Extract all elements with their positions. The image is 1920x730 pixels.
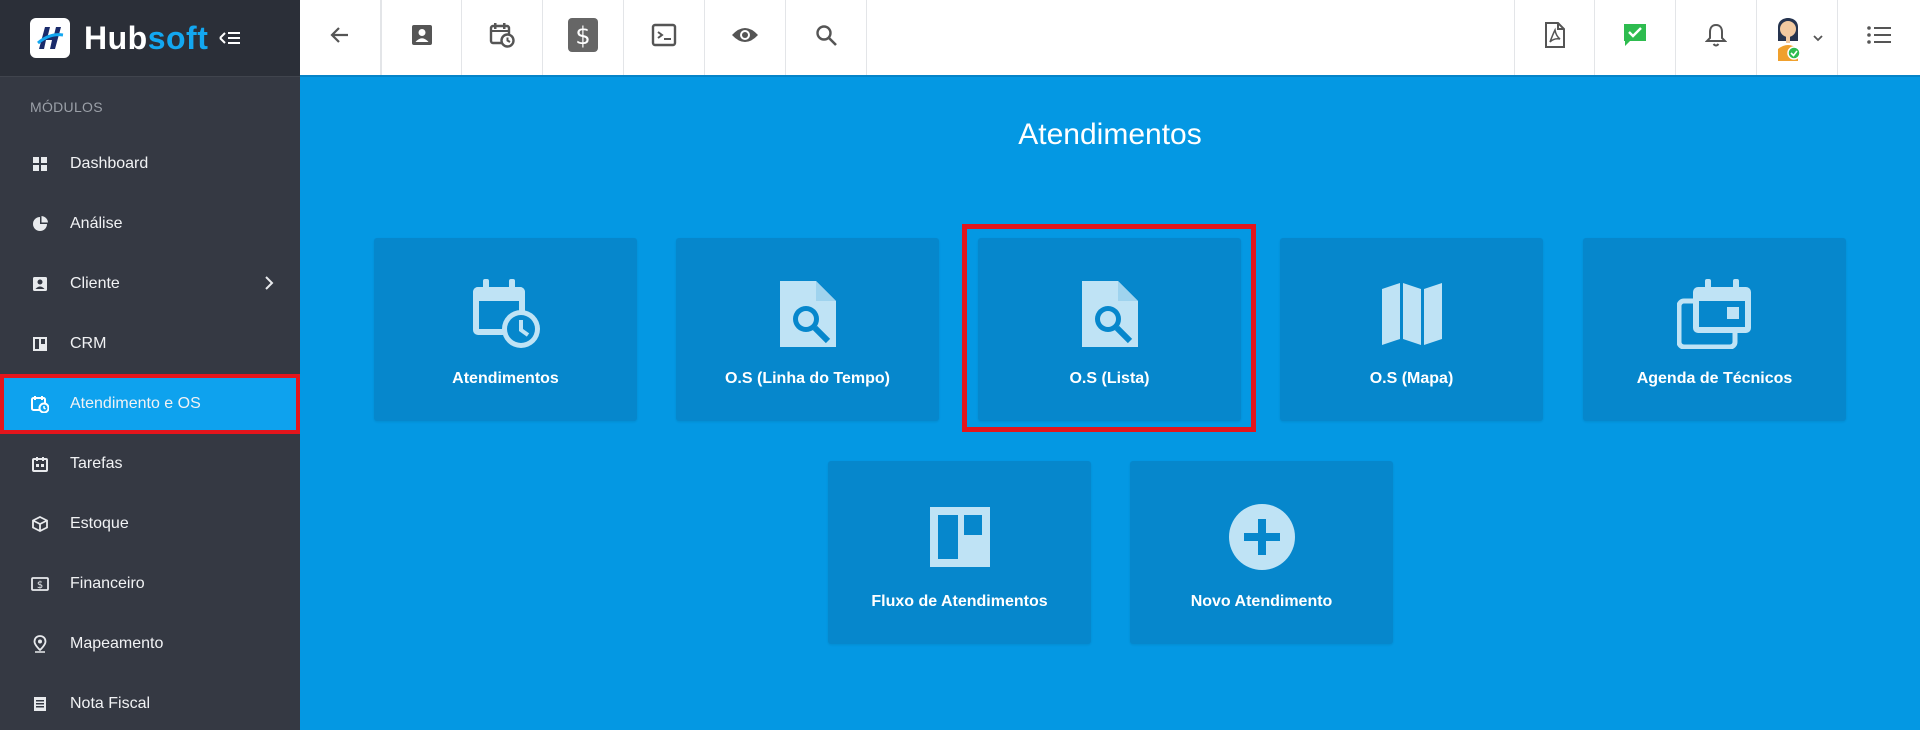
brand-name: Hubsoft <box>84 19 209 56</box>
avatar <box>1770 9 1806 66</box>
sidebar-item-mapeamento[interactable]: Mapeamento <box>0 614 300 674</box>
card-label: Novo Atendimento <box>1190 593 1333 610</box>
finance-button[interactable]: $ <box>543 0 624 75</box>
topbar: $ <box>300 0 1920 77</box>
box-icon <box>30 514 50 534</box>
card-fluxo-atendimentos[interactable]: Fluxo de Atendimentos <box>828 461 1091 644</box>
sidebar-item-atendimento-os[interactable]: Atendimento e OS <box>0 374 300 434</box>
terminal-button[interactable] <box>624 0 705 75</box>
card-label: O.S (Mapa) <box>1369 370 1454 387</box>
card-novo-atendimento[interactable]: Novo Atendimento <box>1130 461 1393 644</box>
menu-button[interactable] <box>1838 0 1919 75</box>
contact-card-icon <box>30 274 50 294</box>
chat-check-icon <box>1622 22 1648 53</box>
sidebar-item-label: CRM <box>70 335 107 352</box>
back-arrow-icon <box>328 23 352 52</box>
calendar-clock-icon <box>30 394 50 414</box>
search-icon <box>814 23 838 52</box>
appointments-button[interactable] <box>462 0 543 75</box>
search-button[interactable] <box>786 0 867 75</box>
sidebar-item-label: Tarefas <box>70 455 123 472</box>
notifications-button[interactable] <box>1676 0 1757 75</box>
calendar-clock-icon <box>471 274 541 354</box>
card-label: Agenda de Técnicos <box>1636 370 1793 387</box>
pdf-icon <box>1544 22 1566 53</box>
calendar-stack-icon <box>1676 274 1753 354</box>
sidebar: Hubsoft MÓDULOS Dashboard Análise Client… <box>0 0 300 730</box>
messages-button[interactable] <box>1595 0 1676 75</box>
sidebar-item-tarefas[interactable]: Tarefas <box>0 434 300 494</box>
list-icon <box>1866 24 1892 51</box>
user-menu-button[interactable] <box>1757 0 1838 75</box>
svg-text:$: $ <box>37 580 43 591</box>
hubsoft-logo-icon <box>30 18 70 58</box>
page-title: Atendimentos <box>1018 118 1202 151</box>
card-agenda-tecnicos[interactable]: Agenda de Técnicos <box>1583 238 1846 421</box>
sidebar-item-crm[interactable]: CRM <box>0 314 300 374</box>
card-label: Fluxo de Atendimentos <box>871 593 1048 610</box>
highlight-box <box>962 224 1256 432</box>
kanban-icon <box>30 334 50 354</box>
money-icon: $ <box>30 574 50 594</box>
card-atendimentos[interactable]: Atendimentos <box>374 238 637 421</box>
chevron-right-icon <box>264 275 274 296</box>
dollar-icon: $ <box>568 18 598 57</box>
sidebar-item-cliente[interactable]: Cliente <box>0 254 300 314</box>
card-label: O.S (Linha do Tempo) <box>724 370 891 387</box>
contact-card-icon <box>410 23 434 52</box>
card-os-mapa[interactable]: O.S (Mapa) <box>1280 238 1543 421</box>
card-os-linha-do-tempo[interactable]: O.S (Linha do Tempo) <box>676 238 939 421</box>
terminal-icon <box>651 23 677 52</box>
back-button[interactable] <box>300 0 381 75</box>
kanban-board-icon <box>928 497 992 577</box>
plus-circle-icon <box>1227 497 1297 577</box>
sidebar-item-dashboard[interactable]: Dashboard <box>0 134 300 194</box>
sidebar-item-label: Dashboard <box>70 155 149 172</box>
sidebar-item-label: Financeiro <box>70 575 145 592</box>
tasks-icon <box>30 454 50 474</box>
bell-icon <box>1704 22 1728 53</box>
clients-button[interactable] <box>381 0 462 75</box>
dashboard-icon <box>30 154 50 174</box>
sidebar-item-financeiro[interactable]: $ Financeiro <box>0 554 300 614</box>
calendar-clock-icon <box>489 22 515 53</box>
logo-bar: Hubsoft <box>0 0 300 77</box>
map-icon <box>1380 274 1444 354</box>
eye-icon <box>731 25 759 50</box>
map-pin-icon <box>30 634 50 654</box>
sidebar-item-label: Estoque <box>70 515 129 532</box>
svg-text:$: $ <box>575 22 590 50</box>
sidebar-item-label: Cliente <box>70 275 120 292</box>
file-search-icon <box>778 274 838 354</box>
pie-chart-icon <box>30 214 50 234</box>
section-title: MÓDULOS <box>30 99 103 115</box>
chevron-down-icon <box>1812 29 1824 47</box>
sidebar-item-label: Mapeamento <box>70 635 164 652</box>
view-button[interactable] <box>705 0 786 75</box>
document-icon <box>30 694 50 714</box>
sidebar-item-estoque[interactable]: Estoque <box>0 494 300 554</box>
sidebar-item-analise[interactable]: Análise <box>0 194 300 254</box>
sidebar-item-label: Atendimento e OS <box>70 395 201 412</box>
sidebar-item-nota-fiscal[interactable]: Nota Fiscal <box>0 674 300 730</box>
pdf-button[interactable] <box>1514 0 1595 75</box>
sidebar-item-label: Nota Fiscal <box>70 695 151 712</box>
sidebar-item-label: Análise <box>70 215 123 232</box>
card-label: Atendimentos <box>452 370 559 387</box>
collapse-sidebar-icon[interactable] <box>218 26 242 50</box>
